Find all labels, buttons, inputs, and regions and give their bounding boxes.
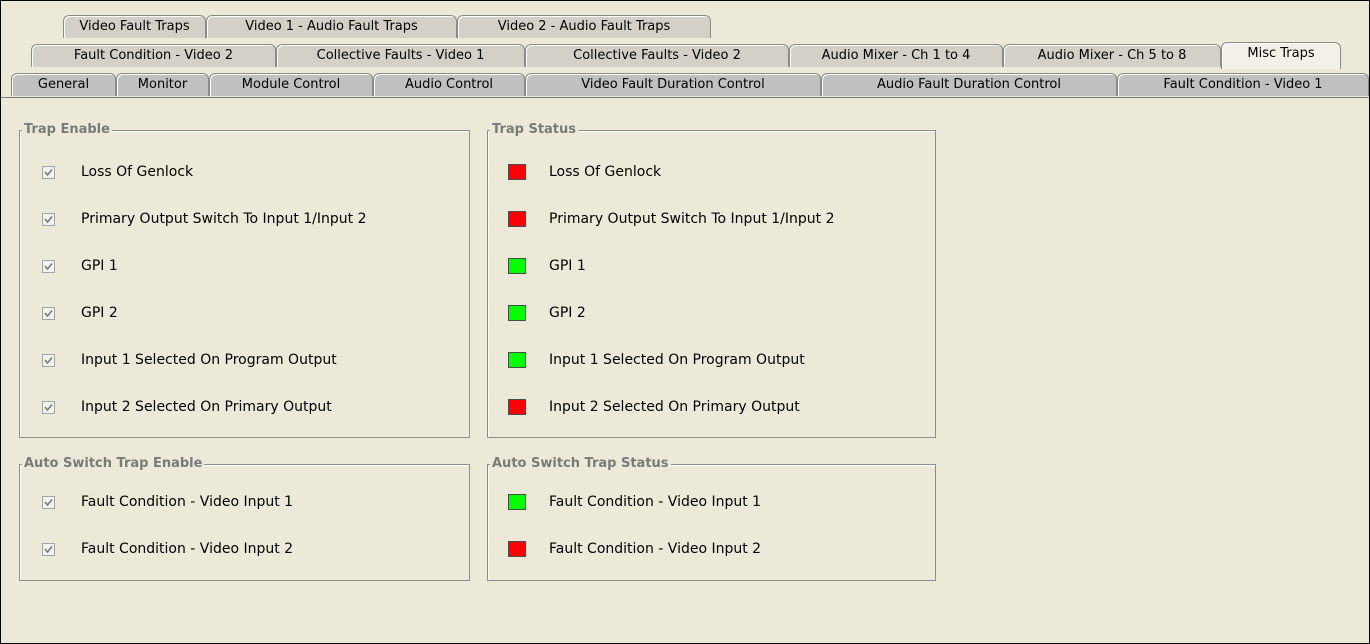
tab-fault-condition-video-1[interactable]: Fault Condition - Video 1 <box>1117 73 1369 96</box>
tab-fault-condition-video-2[interactable]: Fault Condition - Video 2 <box>31 44 276 67</box>
tab-module-control[interactable]: Module Control <box>209 73 373 96</box>
trap-enable-label: GPI 1 <box>81 258 118 274</box>
auto-switch-enable-label: Fault Condition - Video Input 2 <box>81 541 294 557</box>
auto-switch-trap-enable-title: Auto Switch Trap Enable <box>22 455 205 473</box>
misc-traps-panel: Video Fault Traps Video 1 - Audio Fault … <box>0 0 1370 644</box>
auto-switch-enable-label: Fault Condition - Video Input 1 <box>81 494 294 510</box>
trap-status-label: Input 2 Selected On Primary Output <box>549 399 800 415</box>
trap-status-label: Input 1 Selected On Program Output <box>549 352 805 368</box>
tab-strip-divider <box>1 97 1369 98</box>
trap-enable-label: GPI 2 <box>81 305 118 321</box>
status-indicator <box>508 164 526 180</box>
status-indicator <box>508 211 526 227</box>
checkbox-gpi-2[interactable] <box>42 306 55 320</box>
tab-monitor[interactable]: Monitor <box>116 73 209 96</box>
tab-misc-traps[interactable]: Misc Traps <box>1221 42 1341 69</box>
auto-switch-status-label: Fault Condition - Video Input 1 <box>549 494 762 510</box>
trap-status-label: Loss Of Genlock <box>549 164 662 180</box>
tab-collective-faults-video-2[interactable]: Collective Faults - Video 2 <box>525 44 789 67</box>
tab-video-fault-duration-control[interactable]: Video Fault Duration Control <box>525 73 821 96</box>
checkbox-input-2-primary[interactable] <box>42 400 55 414</box>
auto-switch-trap-enable-group: Auto Switch Trap Enable Fault Condition … <box>19 455 470 581</box>
auto-switch-status-label: Fault Condition - Video Input 2 <box>549 541 762 557</box>
status-indicator <box>508 352 526 368</box>
tab-audio-control[interactable]: Audio Control <box>373 73 525 96</box>
trap-enable-label: Input 2 Selected On Primary Output <box>81 399 332 415</box>
checkbox-fault-video-input-2[interactable] <box>42 542 55 556</box>
trap-status-label: GPI 1 <box>549 258 586 274</box>
auto-switch-trap-status-group: Auto Switch Trap Status Fault Condition … <box>487 455 936 581</box>
tab-audio-fault-duration-control[interactable]: Audio Fault Duration Control <box>821 73 1117 96</box>
trap-status-group: Trap Status Loss Of Genlock Primary Outp… <box>487 121 936 438</box>
trap-enable-label: Input 1 Selected On Program Output <box>81 352 337 368</box>
status-indicator <box>508 494 526 510</box>
tab-collective-faults-video-1[interactable]: Collective Faults - Video 1 <box>276 44 525 67</box>
checkbox-loss-of-genlock[interactable] <box>42 165 55 179</box>
tab-general[interactable]: General <box>11 73 116 96</box>
checkbox-fault-video-input-1[interactable] <box>42 495 55 509</box>
tab-video-fault-traps[interactable]: Video Fault Traps <box>63 15 206 38</box>
checkbox-gpi-1[interactable] <box>42 259 55 273</box>
status-indicator <box>508 541 526 557</box>
trap-status-title: Trap Status <box>490 121 579 139</box>
trap-enable-group: Trap Enable Loss Of Genlock Primary Outp… <box>19 121 470 438</box>
status-indicator <box>508 258 526 274</box>
status-indicator <box>508 399 526 415</box>
checkbox-input-1-program[interactable] <box>42 353 55 367</box>
tab-audio-mixer-ch-1-to-4[interactable]: Audio Mixer - Ch 1 to 4 <box>789 44 1003 67</box>
trap-status-label: Primary Output Switch To Input 1/Input 2 <box>549 211 835 227</box>
trap-enable-title: Trap Enable <box>22 121 112 139</box>
tab-audio-mixer-ch-5-to-8[interactable]: Audio Mixer - Ch 5 to 8 <box>1003 44 1221 67</box>
tab-video-2-audio-fault-traps[interactable]: Video 2 - Audio Fault Traps <box>457 15 711 38</box>
checkbox-primary-output-switch[interactable] <box>42 212 55 226</box>
status-indicator <box>508 305 526 321</box>
trap-enable-label: Primary Output Switch To Input 1/Input 2 <box>81 211 367 227</box>
auto-switch-trap-status-title: Auto Switch Trap Status <box>490 455 671 473</box>
trap-status-label: GPI 2 <box>549 305 586 321</box>
tab-video-1-audio-fault-traps[interactable]: Video 1 - Audio Fault Traps <box>206 15 457 38</box>
trap-enable-label: Loss Of Genlock <box>81 164 194 180</box>
